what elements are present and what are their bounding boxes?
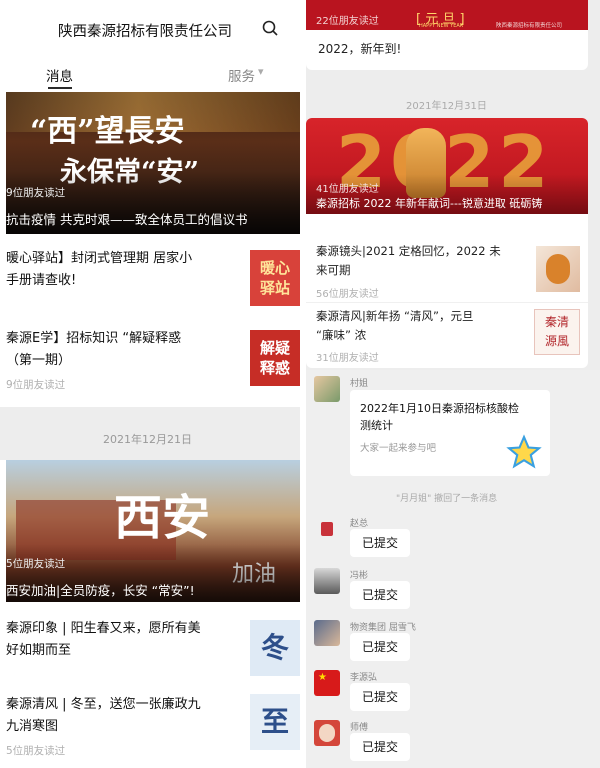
date-divider-right: 2021年12月31日 bbox=[406, 101, 487, 112]
article-item-1[interactable]: 暖心驿站】封闭式管理期 居家小 手册请查收! 暖心驿站 bbox=[6, 244, 300, 310]
article-4-thumbnail: 至 bbox=[250, 694, 300, 750]
tab-messages[interactable]: 消息 bbox=[46, 65, 73, 85]
article-4-title-line-2: 九消寒图 bbox=[6, 719, 59, 734]
avatar[interactable]: ★ bbox=[314, 670, 340, 696]
avatar[interactable] bbox=[314, 376, 340, 402]
hero-1-banner-text-1: “西”望長安 bbox=[30, 114, 185, 149]
article-item-review[interactable]: 秦源镜头|2021 定格回忆，2022 未 来可期 56位朋友读过 bbox=[306, 236, 588, 302]
clean-wind-title-line-1: 秦源清风|新年扬 “清风”，元旦 bbox=[316, 309, 474, 323]
article-2-title-line-2: （第一期） bbox=[6, 353, 72, 368]
sender-name: 师傅 bbox=[350, 723, 369, 733]
article-card-hero-2[interactable]: 西安 加油 5位朋友读过 西安加油|全员防疫，长安 “常安”! bbox=[6, 460, 300, 602]
review-reads: 56位朋友读过 bbox=[316, 289, 379, 300]
review-title-line-2: 来可期 bbox=[316, 263, 351, 277]
group-chat-area: 村姐 2022年1月10日秦源招标核酸检 测统计 大家一起来参与吧 "月月姐" … bbox=[306, 370, 600, 768]
avatar[interactable] bbox=[314, 720, 340, 746]
article-item-3[interactable]: 秦源印象 | 阳生春又来，愿所有美 好如期而至 冬 bbox=[6, 614, 300, 680]
article-2-title-line-1: 秦源E学】招标知识 “解疑释惑 bbox=[6, 331, 182, 346]
article-1-thumbnail: 暖心驿站 bbox=[250, 250, 300, 306]
message-bubble[interactable]: 已提交 bbox=[350, 683, 411, 711]
message-bubble[interactable]: 已提交 bbox=[350, 633, 411, 661]
article-4-reads: 5位朋友读过 bbox=[6, 745, 66, 757]
hero-2-banner-text: 西安 bbox=[114, 490, 211, 546]
message-bubble[interactable]: 已提交 bbox=[350, 529, 411, 557]
chevron-down-icon: ▾ bbox=[258, 65, 264, 78]
article-card-2022[interactable]: 2022 41位朋友读过 秦源招标 2022 年新年献词---锐意进取 砥砺铸 … bbox=[306, 118, 588, 368]
new-year-banner-sub: HAPPY NEW YEAR bbox=[419, 23, 464, 29]
article-4-title-line-1: 秦源清风 | 冬至，送您一张廉政九 bbox=[6, 697, 201, 712]
search-icon[interactable] bbox=[262, 20, 278, 36]
star-icon bbox=[506, 434, 542, 469]
clean-wind-thumbnail: 秦清源風 bbox=[534, 309, 580, 355]
sender-name: 物资集团 屈雪飞 bbox=[350, 623, 416, 633]
account-header: 陕西秦源招标有限责任公司 bbox=[0, 0, 300, 58]
right-screenshot: 22位朋友读过 [ 元 旦 ] HAPPY NEW YEAR 陕西秦源招标有限责… bbox=[306, 0, 600, 768]
shared-card-title-line-2: 测统计 bbox=[360, 419, 393, 432]
article-2-thumbnail: 解疑释惑 bbox=[250, 330, 300, 386]
article-3-title-line-1: 秦源印象 | 阳生春又来，愿所有美 bbox=[6, 621, 201, 636]
message-bubble[interactable]: 已提交 bbox=[350, 733, 411, 761]
review-title-line-1: 秦源镜头|2021 定格回忆，2022 未 bbox=[316, 244, 501, 258]
avatar[interactable] bbox=[314, 620, 340, 646]
active-tab-indicator bbox=[48, 87, 72, 89]
article-3-thumbnail: 冬 bbox=[250, 620, 300, 676]
recall-system-message: "月月姐" 撤回了一条消息 bbox=[396, 494, 498, 504]
hero-1-reads: 9位朋友读过 bbox=[6, 187, 66, 199]
hero-2-caption: 西安加油|全员防疫，长安 “常安”! bbox=[6, 583, 195, 598]
article-item-2[interactable]: 秦源E学】招标知识 “解疑释惑 （第一期） 9位朋友读过 解疑释惑 bbox=[6, 324, 300, 394]
tab-bar: 消息 服务 ▾ bbox=[0, 58, 300, 92]
left-screenshot: 陕西秦源招标有限责任公司 消息 服务 ▾ “西”望長安 永保常“安” 9位朋友读… bbox=[0, 0, 300, 768]
clean-wind-title-line-2: “廉味” 浓 bbox=[316, 328, 367, 342]
date-divider: 2021年12月21日 bbox=[0, 407, 300, 460]
shared-card-title-line-1: 2022年1月10日秦源招标核酸检 bbox=[360, 402, 519, 415]
article-2-reads: 9位朋友读过 bbox=[6, 379, 66, 391]
new-year-banner: 22位朋友读过 [ 元 旦 ] HAPPY NEW YEAR 陕西秦源招标有限责… bbox=[306, 0, 588, 30]
account-title: 陕西秦源招标有限责任公司 bbox=[58, 24, 232, 40]
article-1-title-line-2: 手册请查收! bbox=[6, 273, 77, 288]
article-1-title-line-1: 暖心驿站】封闭式管理期 居家小 bbox=[6, 251, 193, 266]
review-thumbnail bbox=[536, 246, 580, 292]
article-item-4[interactable]: 秦源清风 | 冬至，送您一张廉政九 九消寒图 5位朋友读过 至 bbox=[6, 690, 300, 768]
article-item-clean-wind[interactable]: 秦源清风|新年扬 “清风”，元旦 “廉味” 浓 31位朋友读过 秦清源風 bbox=[306, 302, 588, 368]
sender-name: 村姐 bbox=[350, 379, 369, 389]
shared-card-desc: 大家一起来参与吧 bbox=[360, 443, 437, 454]
clean-wind-reads: 31位朋友读过 bbox=[316, 353, 379, 364]
sender-name: 冯彬 bbox=[350, 571, 369, 581]
avatar[interactable] bbox=[314, 516, 340, 542]
sender-name: 李源弘 bbox=[350, 673, 378, 683]
sender-name: 赵总 bbox=[350, 519, 369, 529]
new-year-title: 2022，新年到! bbox=[318, 42, 402, 56]
card-2022-title-line-2: 强 bbox=[316, 215, 327, 228]
avatar[interactable] bbox=[314, 568, 340, 594]
article-3-title-line-2: 好如期而至 bbox=[6, 643, 72, 658]
card-2022-reads: 41位朋友读过 bbox=[316, 184, 379, 195]
shared-link-card[interactable]: 2022年1月10日秦源招标核酸检 测统计 大家一起来参与吧 bbox=[350, 390, 550, 476]
new-year-reads: 22位朋友读过 bbox=[316, 16, 379, 27]
article-card-new-year[interactable]: 22位朋友读过 [ 元 旦 ] HAPPY NEW YEAR 陕西秦源招标有限责… bbox=[306, 0, 588, 70]
tab-services[interactable]: 服务 bbox=[228, 65, 255, 85]
message-bubble[interactable]: 已提交 bbox=[350, 581, 411, 609]
new-year-source: 陕西秦源招标有限责任公司 bbox=[496, 23, 563, 29]
hero-1-caption: 抗击疫情 共克时艰——致全体员工的倡议书 bbox=[6, 212, 248, 227]
card-2022-title-line-1: 秦源招标 2022 年新年献词---锐意进取 砥砺铸 bbox=[316, 197, 543, 210]
hero-2-reads: 5位朋友读过 bbox=[6, 558, 66, 570]
article-card-hero-1[interactable]: “西”望長安 永保常“安” 9位朋友读过 抗击疫情 共克时艰——致全体员工的倡议… bbox=[6, 92, 300, 234]
